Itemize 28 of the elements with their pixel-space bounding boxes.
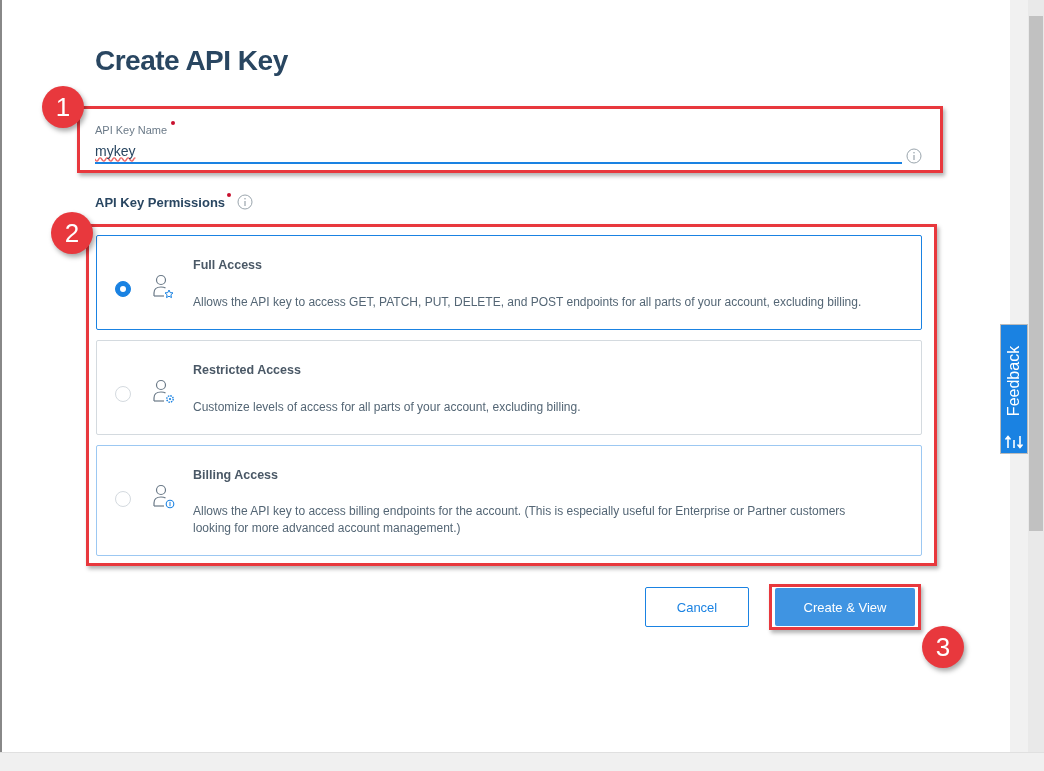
page-title: Create API Key: [95, 44, 289, 78]
callout-number: 2: [51, 212, 93, 254]
vertical-scrollbar[interactable]: [1028, 0, 1044, 752]
option-description: Customize levels of access for all parts of your account, excluding billing.: [193, 398, 581, 416]
input-field[interactable]: mykey: [95, 140, 902, 164]
radio-button[interactable]: [115, 281, 131, 298]
permission-option[interactable]: Full Access Allows the API key to access GET, PATCH, PUT, DELETE, and POST endpoints for all parts of your account, excluding billing.: [96, 235, 922, 330]
info-icon[interactable]: [906, 147, 922, 164]
feedback-label: Feedback: [1004, 345, 1023, 417]
permission-option[interactable]: Billing Access Allows the API key to access billing endpoints for the account. (This is especially useful for Enterprise or Partner customers looking for more advanced account management.): [96, 444, 922, 557]
user-icon: [151, 482, 177, 509]
option-description: Allows the API key to access billing endpoints for the account. (This is especially useful for Enterprise or Partner customers looking for more advanced account management.): [193, 503, 847, 538]
callout-number: 3: [922, 626, 964, 668]
cancel-button[interactable]: Cancel: [645, 587, 749, 628]
field-label: API Key Name: [95, 122, 168, 138]
sort-arrows-icon: [1004, 435, 1024, 449]
option-description: Allows the API key to access GET, PATCH, PUT, DELETE, and POST endpoints for all parts of your account, excluding billing.: [193, 293, 862, 311]
section-label: API Key Permissions: [95, 193, 226, 212]
user-icon: [151, 377, 177, 404]
feedback-tab[interactable]: Feedback: [1000, 324, 1028, 454]
option-title: Restricted Access: [193, 361, 302, 379]
option-title: Billing Access: [193, 466, 279, 484]
horizontal-scrollbar[interactable]: [0, 752, 1044, 771]
scrollbar-thumb[interactable]: [1029, 16, 1043, 531]
info-icon[interactable]: [237, 194, 254, 211]
option-title: Full Access: [193, 257, 263, 275]
permission-option[interactable]: Restricted Access Customize levels of access for all parts of your account, excluding billing.: [96, 339, 922, 435]
callout-number: 1: [42, 86, 84, 128]
